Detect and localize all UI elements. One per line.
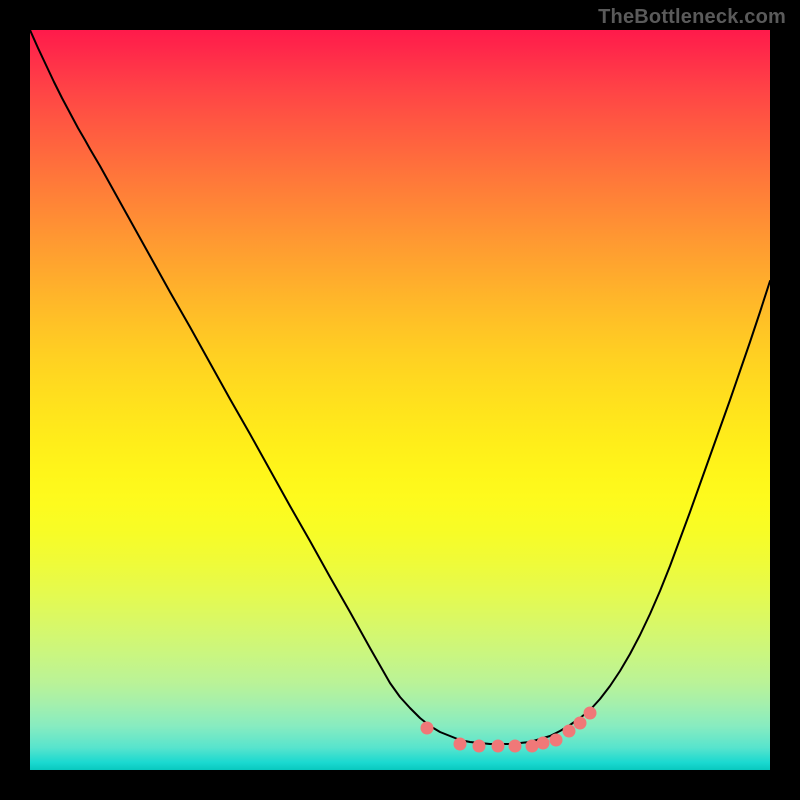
- data-dot: [550, 734, 563, 747]
- attribution-text: TheBottleneck.com: [598, 6, 786, 29]
- data-dot: [509, 740, 522, 753]
- chart-container: TheBottleneck.com: [0, 0, 800, 800]
- data-dot: [473, 740, 486, 753]
- plot-background: [30, 30, 770, 770]
- data-dot: [526, 740, 539, 753]
- data-dot: [563, 725, 576, 738]
- bottleneck-curve: [30, 30, 770, 770]
- data-dot: [454, 738, 467, 751]
- data-dot: [574, 717, 587, 730]
- data-dot: [421, 722, 434, 735]
- data-dot: [537, 737, 550, 750]
- data-dot: [584, 707, 597, 720]
- data-dot: [492, 740, 505, 753]
